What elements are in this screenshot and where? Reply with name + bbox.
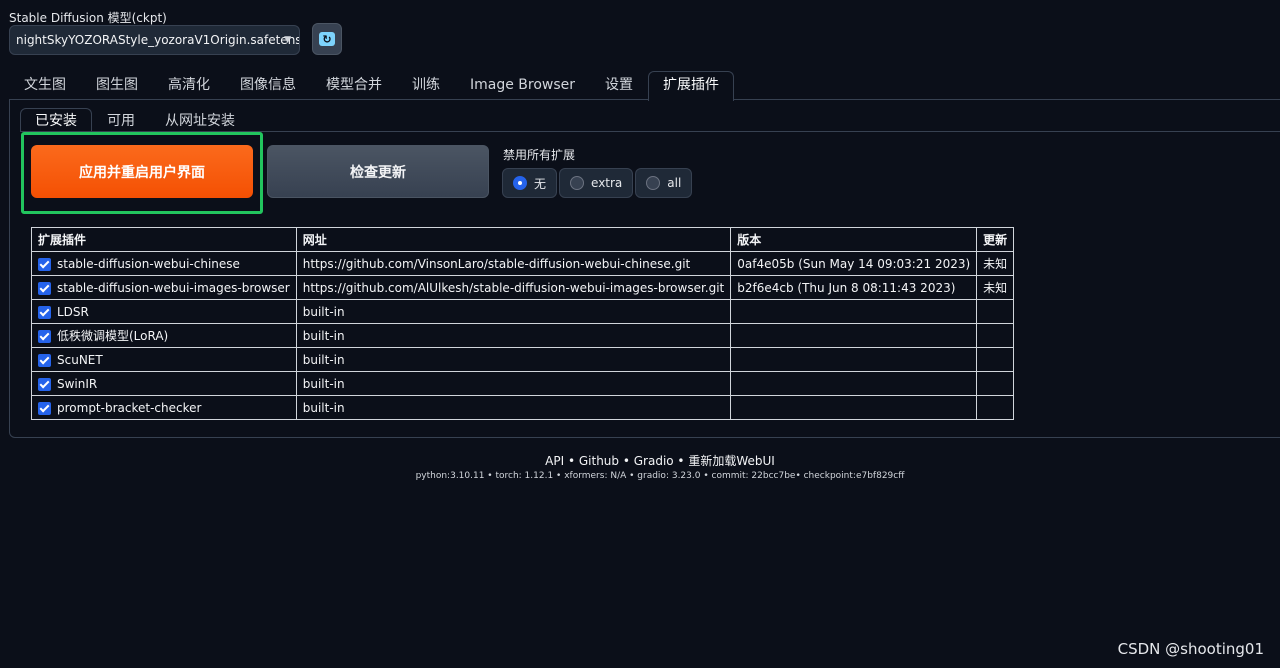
extension-version [730,323,978,348]
enable-checkbox[interactable] [38,330,51,343]
tab-3[interactable]: 图像信息 [225,71,311,100]
radio-label: 无 [534,176,547,191]
radio-icon [646,176,661,190]
extension-name: LDSR [57,304,89,319]
subtab-2[interactable]: 从网址安装 [150,108,250,132]
tab-8[interactable]: 扩展插件 [648,71,735,101]
model-select-value: nightSkyYOZORAStyle_yozoraV1Origin.safet… [16,33,300,47]
tab-7[interactable]: 设置 [590,71,648,100]
footer-versions: python:3.10.11 • torch: 1.12.1 • xformer… [415,471,905,481]
enable-checkbox[interactable] [38,257,51,271]
extension-version [730,395,978,420]
extension-subtabs: 已安装 可用 从网址安装 [20,108,250,132]
table-row: SwinIR built-in [31,371,1015,396]
extension-update [976,395,1015,420]
enable-checkbox[interactable] [38,401,51,415]
extension-version [730,299,978,324]
apply-restart-button[interactable]: 应用并重启用户界面 [31,145,253,198]
table-header-row: 扩展插件 网址 版本 更新 [31,227,1015,252]
extension-url: built-in [295,395,732,420]
extension-cell: stable-diffusion-webui-images-browser [31,275,297,300]
header-extension: 扩展插件 [31,227,297,252]
extension-url: https://github.com/VinsonLaro/stable-dif… [295,251,732,276]
extension-cell: SwinIR [31,371,297,396]
tab-4[interactable]: 模型合并 [311,71,397,100]
disable-all-radio-group: 无 extra all [502,168,693,198]
extension-update [976,371,1015,396]
extension-url: built-in [295,323,732,348]
extension-url: built-in [295,347,732,372]
tab-1[interactable]: 图生图 [81,71,153,100]
extension-update: 未知 [976,251,1015,276]
extension-name: stable-diffusion-webui-images-browser [57,280,290,295]
disable-option-1[interactable]: extra [559,168,634,198]
subtab-1[interactable]: 可用 [92,108,150,132]
extension-cell: 低秩微调模型(LoRA) [31,323,297,348]
extension-version: 0af4e05b (Sun May 14 09:03:21 2023) [730,251,978,276]
footer-links[interactable]: API • Github • Gradio • 重新加载WebUI [0,452,1280,469]
table-row: prompt-bracket-checker built-in [31,395,1015,420]
extension-cell: stable-diffusion-webui-chinese [31,251,297,276]
extension-name: SwinIR [57,376,98,391]
enable-checkbox[interactable] [38,377,51,391]
check-updates-button[interactable]: 检查更新 [267,145,489,198]
header-update: 更新 [976,227,1015,252]
extension-url: built-in [295,371,732,396]
refresh-model-button[interactable]: ↻ [312,23,342,55]
table-row: LDSR built-in [31,299,1015,324]
extension-url: https://github.com/AlUlkesh/stable-diffu… [295,275,732,300]
extension-cell: LDSR [31,299,297,324]
tab-5[interactable]: 训练 [397,71,455,100]
extension-update [976,299,1015,324]
extension-update: 未知 [976,275,1015,300]
disable-all-label: 禁用所有扩展 [503,148,576,162]
disable-option-2[interactable]: all [635,168,693,198]
table-row: ScuNET built-in [31,347,1015,372]
extension-name: stable-diffusion-webui-chinese [57,256,240,271]
radio-label: extra [591,176,623,190]
table-row: stable-diffusion-webui-images-browser htt… [31,275,1015,300]
header-version: 版本 [730,227,978,252]
subtab-0[interactable]: 已安装 [20,108,92,132]
model-select[interactable]: nightSkyYOZORAStyle_yozoraV1Origin.safet… [9,25,300,55]
enable-checkbox[interactable] [38,305,51,319]
extension-update [976,347,1015,372]
tab-6[interactable]: Image Browser [455,71,590,100]
tab-0[interactable]: 文生图 [9,71,81,100]
extension-name: prompt-bracket-checker [57,400,202,415]
extension-update [976,323,1015,348]
extension-version [730,371,978,396]
extension-version [730,347,978,372]
main-tabs: 文生图 图生图 高清化 图像信息 模型合并 训练 Image Browser 设置 扩展插件 [9,71,735,101]
extension-cell: ScuNET [31,347,297,372]
radio-label: all [667,176,682,190]
extension-cell: prompt-bracket-checker [31,395,297,420]
disable-option-0[interactable]: 无 [502,168,558,198]
extension-name: ScuNET [57,352,103,367]
extension-name: 低秩微调模型(LoRA) [57,329,169,343]
table-row: 低秩微调模型(LoRA) built-in [31,323,1015,348]
tab-2[interactable]: 高清化 [153,71,225,100]
extension-url: built-in [295,299,732,324]
watermark-credit: CSDN @shooting01 [1117,640,1264,658]
chevron-down-icon: ▼ [284,35,291,45]
radio-icon [570,176,585,190]
radio-icon [513,176,527,190]
extensions-table: 扩展插件 网址 版本 更新 stable-diffusion-webui-chi… [31,227,1015,420]
header-url: 网址 [295,227,732,252]
extension-version: b2f6e4cb (Thu Jun 8 08:11:43 2023) [730,275,978,300]
enable-checkbox[interactable] [38,281,51,295]
enable-checkbox[interactable] [38,353,51,367]
model-label: Stable Diffusion 模型(ckpt) [9,11,167,25]
table-row: stable-diffusion-webui-chinese https://gi… [31,251,1015,276]
refresh-icon: ↻ [319,32,335,46]
